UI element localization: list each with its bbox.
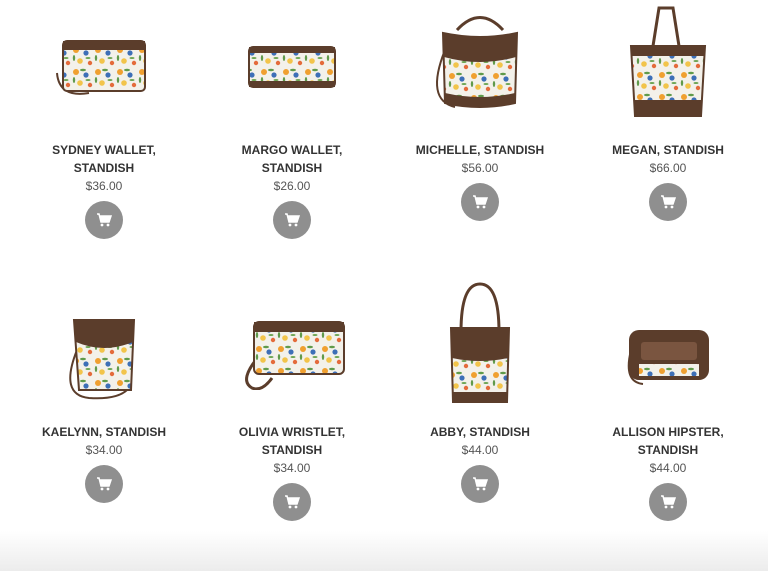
product-name[interactable]: MARGO WALLET, STANDISH bbox=[217, 141, 367, 177]
bottom-fade bbox=[0, 531, 768, 571]
cart-icon bbox=[473, 477, 488, 491]
product-name[interactable]: ABBY, STANDISH bbox=[405, 423, 555, 441]
product-price: $26.00 bbox=[273, 179, 311, 193]
product-card: OLIVIA WRISTLET, STANDISH $34.00 bbox=[198, 282, 386, 521]
product-grid-row-2: KAELYNN, STANDISH $34.00 OLIVIA WRISTLET… bbox=[10, 282, 762, 521]
cart-icon bbox=[661, 195, 676, 209]
product-price: $36.00 bbox=[85, 179, 123, 193]
product-price: $44.00 bbox=[649, 461, 687, 475]
product-image[interactable] bbox=[230, 0, 355, 125]
product-name[interactable]: KAELYNN, STANDISH bbox=[29, 423, 179, 441]
product-name[interactable]: ALLISON HIPSTER, STANDISH bbox=[593, 423, 743, 459]
product-grid-row-1: SYDNEY WALLET, STANDISH $36.00 MARGO WAL… bbox=[10, 0, 762, 239]
add-to-cart-button[interactable] bbox=[273, 201, 311, 239]
product-price: $56.00 bbox=[461, 161, 499, 175]
product-image[interactable] bbox=[42, 282, 167, 407]
add-to-cart-button[interactable] bbox=[85, 465, 123, 503]
product-image[interactable] bbox=[418, 282, 543, 407]
product-image[interactable] bbox=[418, 0, 543, 125]
cart-icon bbox=[285, 213, 300, 227]
product-name[interactable]: SYDNEY WALLET, STANDISH bbox=[29, 141, 179, 177]
product-name[interactable]: MEGAN, STANDISH bbox=[593, 141, 743, 159]
cart-icon bbox=[97, 477, 112, 491]
add-to-cart-button[interactable] bbox=[461, 183, 499, 221]
product-name[interactable]: MICHELLE, STANDISH bbox=[405, 141, 555, 159]
cart-icon bbox=[661, 495, 676, 509]
product-card: ABBY, STANDISH $44.00 bbox=[386, 282, 574, 521]
product-image[interactable] bbox=[606, 0, 731, 125]
cart-icon bbox=[97, 213, 112, 227]
add-to-cart-button[interactable] bbox=[649, 483, 687, 521]
product-price: $34.00 bbox=[85, 443, 123, 457]
product-card: KAELYNN, STANDISH $34.00 bbox=[10, 282, 198, 521]
cart-icon bbox=[285, 495, 300, 509]
product-price: $34.00 bbox=[273, 461, 311, 475]
product-name[interactable]: OLIVIA WRISTLET, STANDISH bbox=[217, 423, 367, 459]
product-price: $66.00 bbox=[649, 161, 687, 175]
cart-icon bbox=[473, 195, 488, 209]
product-image[interactable] bbox=[42, 0, 167, 125]
add-to-cart-button[interactable] bbox=[85, 201, 123, 239]
product-image[interactable] bbox=[230, 282, 355, 407]
add-to-cart-button[interactable] bbox=[461, 465, 499, 503]
product-image[interactable] bbox=[606, 282, 731, 407]
product-card: SYDNEY WALLET, STANDISH $36.00 bbox=[10, 0, 198, 239]
product-card: MARGO WALLET, STANDISH $26.00 bbox=[198, 0, 386, 239]
product-price: $44.00 bbox=[461, 443, 499, 457]
product-card: MICHELLE, STANDISH $56.00 bbox=[386, 0, 574, 239]
add-to-cart-button[interactable] bbox=[273, 483, 311, 521]
add-to-cart-button[interactable] bbox=[649, 183, 687, 221]
product-card: MEGAN, STANDISH $66.00 bbox=[574, 0, 762, 239]
product-card: ALLISON HIPSTER, STANDISH $44.00 bbox=[574, 282, 762, 521]
